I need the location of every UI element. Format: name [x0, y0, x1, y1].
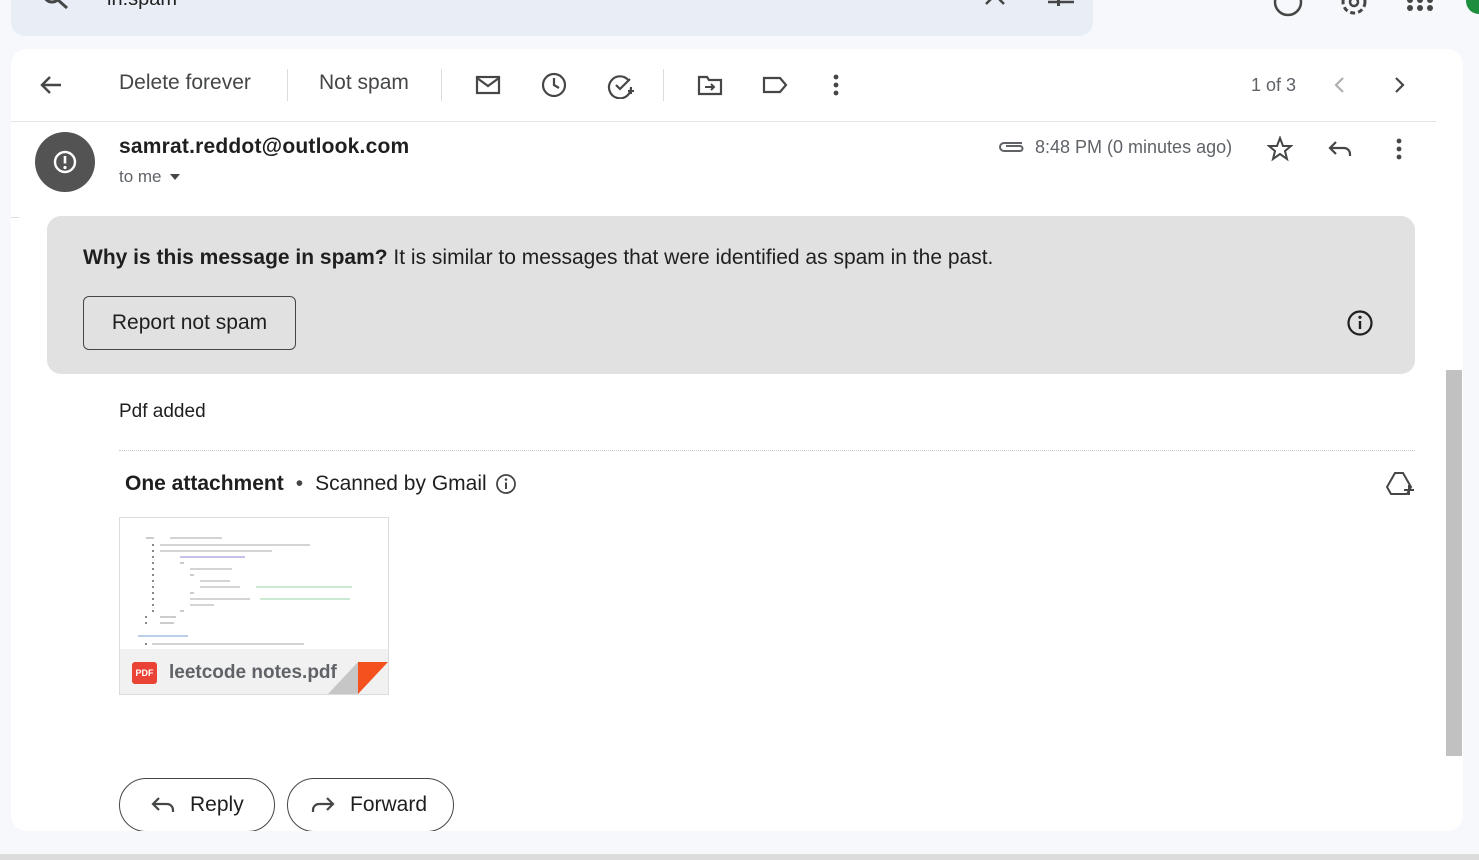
attachment-count: One attachment	[125, 472, 284, 495]
recipient-details-toggle[interactable]: to me	[119, 167, 182, 187]
pager-count: 1 of 3	[1251, 75, 1297, 95]
spam-reason-detail: It is similar to messages that were iden…	[387, 246, 994, 269]
divider	[11, 217, 19, 218]
clear-search-icon[interactable]	[981, 0, 1009, 14]
reply-button[interactable]	[1324, 133, 1356, 165]
attachment-clip-icon	[999, 142, 1024, 152]
attachment-thumbnail[interactable]: PDF leetcode notes.pdf	[119, 517, 389, 695]
sender-address[interactable]: samrat.reddot@outlook.com	[119, 135, 409, 159]
attachment-filename: leetcode notes.pdf	[169, 661, 337, 683]
scrollbar-thumb[interactable]	[1446, 370, 1462, 756]
window-bottom-edge	[0, 854, 1479, 860]
spam-reason-text: Why is this message in spam? It is simil…	[83, 246, 993, 270]
reply-label: Reply	[190, 793, 244, 816]
info-icon[interactable]	[495, 473, 517, 495]
older-button[interactable]	[1383, 69, 1415, 101]
labels-button[interactable]	[759, 69, 791, 101]
reply-icon	[1328, 141, 1352, 156]
move-to-folder-icon	[697, 75, 723, 96]
star-icon	[1267, 136, 1293, 162]
forward-icon	[311, 797, 335, 812]
add-to-tasks-button[interactable]	[605, 69, 637, 101]
more-options-button[interactable]	[820, 69, 852, 101]
back-button[interactable]	[35, 69, 67, 101]
toolbar-divider	[441, 69, 442, 101]
toolbar-divider	[663, 69, 664, 101]
search-bar[interactable]: in:spam	[11, 0, 1093, 36]
more-vert-icon	[833, 74, 839, 96]
sender-avatar[interactable]	[35, 132, 95, 192]
account-avatar[interactable]	[1466, 0, 1479, 14]
page-fold-icon	[328, 662, 388, 694]
search-options-icon[interactable]	[1045, 0, 1077, 16]
newer-button[interactable]	[1324, 69, 1356, 101]
separator-dot: •	[295, 472, 304, 495]
caret-down-icon	[169, 174, 180, 180]
pdf-preview-image	[138, 537, 352, 645]
chevron-left-icon	[1334, 77, 1344, 93]
attachments-header: One attachment • Scanned by Gmail	[125, 472, 517, 496]
clock-icon	[541, 72, 567, 98]
chevron-right-icon	[1395, 77, 1405, 93]
move-to-button[interactable]	[694, 69, 726, 101]
search-input[interactable]: in:spam	[107, 0, 177, 9]
apps-icon[interactable]	[1402, 0, 1438, 22]
info-icon[interactable]	[1345, 308, 1375, 338]
more-vert-icon	[1396, 138, 1402, 160]
pdf-file-icon: PDF	[132, 661, 157, 684]
add-task-icon	[607, 75, 634, 99]
scanned-label: Scanned by Gmail	[315, 472, 487, 495]
warning-icon	[53, 150, 77, 174]
snooze-button[interactable]	[538, 69, 570, 101]
spam-reason-title: Why is this message in spam?	[83, 246, 388, 269]
message-card: Delete forever Not spam 1 of 3 samrat.re…	[11, 49, 1463, 831]
message-more-button[interactable]	[1383, 133, 1415, 165]
header-icons	[1270, 0, 1438, 22]
mark-unread-button[interactable]	[472, 69, 504, 101]
arrow-back-icon	[40, 76, 61, 94]
message-time: 8:48 PM (0 minutes ago)	[1035, 137, 1233, 157]
forward-pill-button[interactable]: Forward	[287, 778, 454, 831]
search-icon[interactable]	[41, 0, 71, 14]
mail-icon	[475, 75, 501, 95]
help-icon[interactable]	[1270, 0, 1306, 22]
toolbar-divider	[287, 69, 288, 101]
spam-warning-banner: Why is this message in spam? It is simil…	[47, 216, 1415, 374]
forward-label: Forward	[350, 793, 428, 816]
recipient-label: to me	[119, 167, 162, 186]
message-body: Pdf added	[119, 401, 206, 422]
star-button[interactable]	[1264, 133, 1296, 165]
delete-forever-button[interactable]: Delete forever	[119, 71, 251, 95]
reply-pill-button[interactable]: Reply	[119, 778, 275, 831]
reply-icon	[151, 797, 175, 812]
label-icon	[762, 76, 788, 94]
not-spam-button[interactable]: Not spam	[319, 71, 409, 95]
attachments-divider	[119, 450, 1415, 451]
settings-icon[interactable]	[1336, 0, 1372, 22]
report-not-spam-button[interactable]: Report not spam	[83, 296, 296, 350]
message-toolbar: Delete forever Not spam 1 of 3	[11, 49, 1436, 122]
add-to-drive-icon[interactable]	[1385, 470, 1415, 498]
